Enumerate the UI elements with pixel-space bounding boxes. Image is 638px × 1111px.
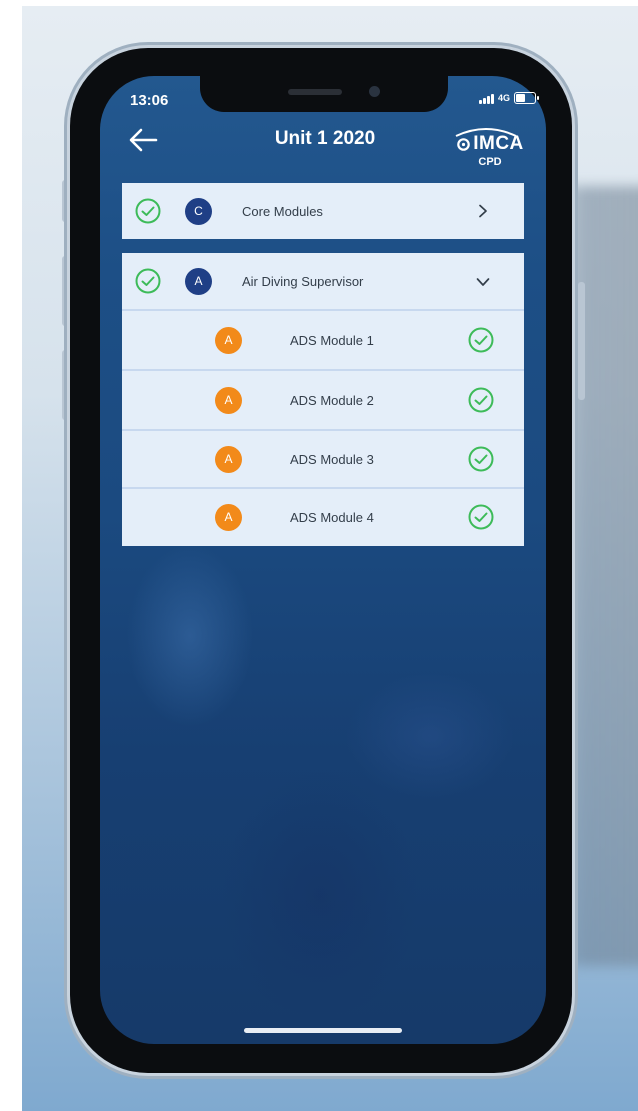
volume-up-button [62,256,69,326]
ads-badge: A [185,268,212,295]
network-type: 4G [498,93,511,103]
ads-module-row[interactable]: A ADS Module 2 [122,371,524,429]
ads-module-row[interactable]: A ADS Module 4 [122,489,524,546]
module-badge: A [215,446,242,473]
status-indicators: 4G [479,92,540,104]
ads-header-row[interactable]: A Air Diving Supervisor [122,253,524,309]
module-label: ADS Module 1 [290,333,374,348]
core-modules-row[interactable]: C Core Modules [122,183,524,239]
signal-icon [479,93,494,104]
home-indicator[interactable] [244,1028,402,1033]
logo-brand-text: IMCA [473,133,524,154]
core-modules-label: Core Modules [242,204,323,219]
power-button [578,282,585,400]
module-label: ADS Module 4 [290,510,374,525]
check-circle-icon [468,446,494,472]
volume-down-button [62,350,69,420]
chevron-right-icon[interactable] [476,204,490,218]
module-badge: A [215,504,242,531]
ads-module-row[interactable]: A ADS Module 1 [122,311,524,369]
check-circle-icon [468,387,494,413]
gear-icon [457,137,471,151]
mute-switch [62,180,69,222]
speaker [288,89,342,95]
module-badge: A [215,387,242,414]
check-circle-icon [135,268,161,294]
module-label: ADS Module 2 [290,393,374,408]
ads-group: A Air Diving Supervisor A ADS Module 1 A… [122,253,524,546]
front-camera [369,86,380,97]
ads-module-row[interactable]: A ADS Module 3 [122,431,524,487]
module-label: ADS Module 3 [290,452,374,467]
arrow-left-icon [129,128,158,152]
check-circle-icon [468,504,494,530]
imca-logo: IMCA CPD [448,116,532,176]
logo-sub-text: CPD [478,156,502,168]
page-title: Unit 1 2020 [274,128,376,149]
check-circle-icon [468,327,494,353]
back-button[interactable] [126,123,160,157]
chevron-down-icon[interactable] [476,275,490,289]
status-time: 13:06 [130,92,169,109]
battery-icon [514,92,540,104]
check-circle-icon [135,198,161,224]
ads-label: Air Diving Supervisor [242,274,364,289]
module-badge: A [215,327,242,354]
core-badge: C [185,198,212,225]
